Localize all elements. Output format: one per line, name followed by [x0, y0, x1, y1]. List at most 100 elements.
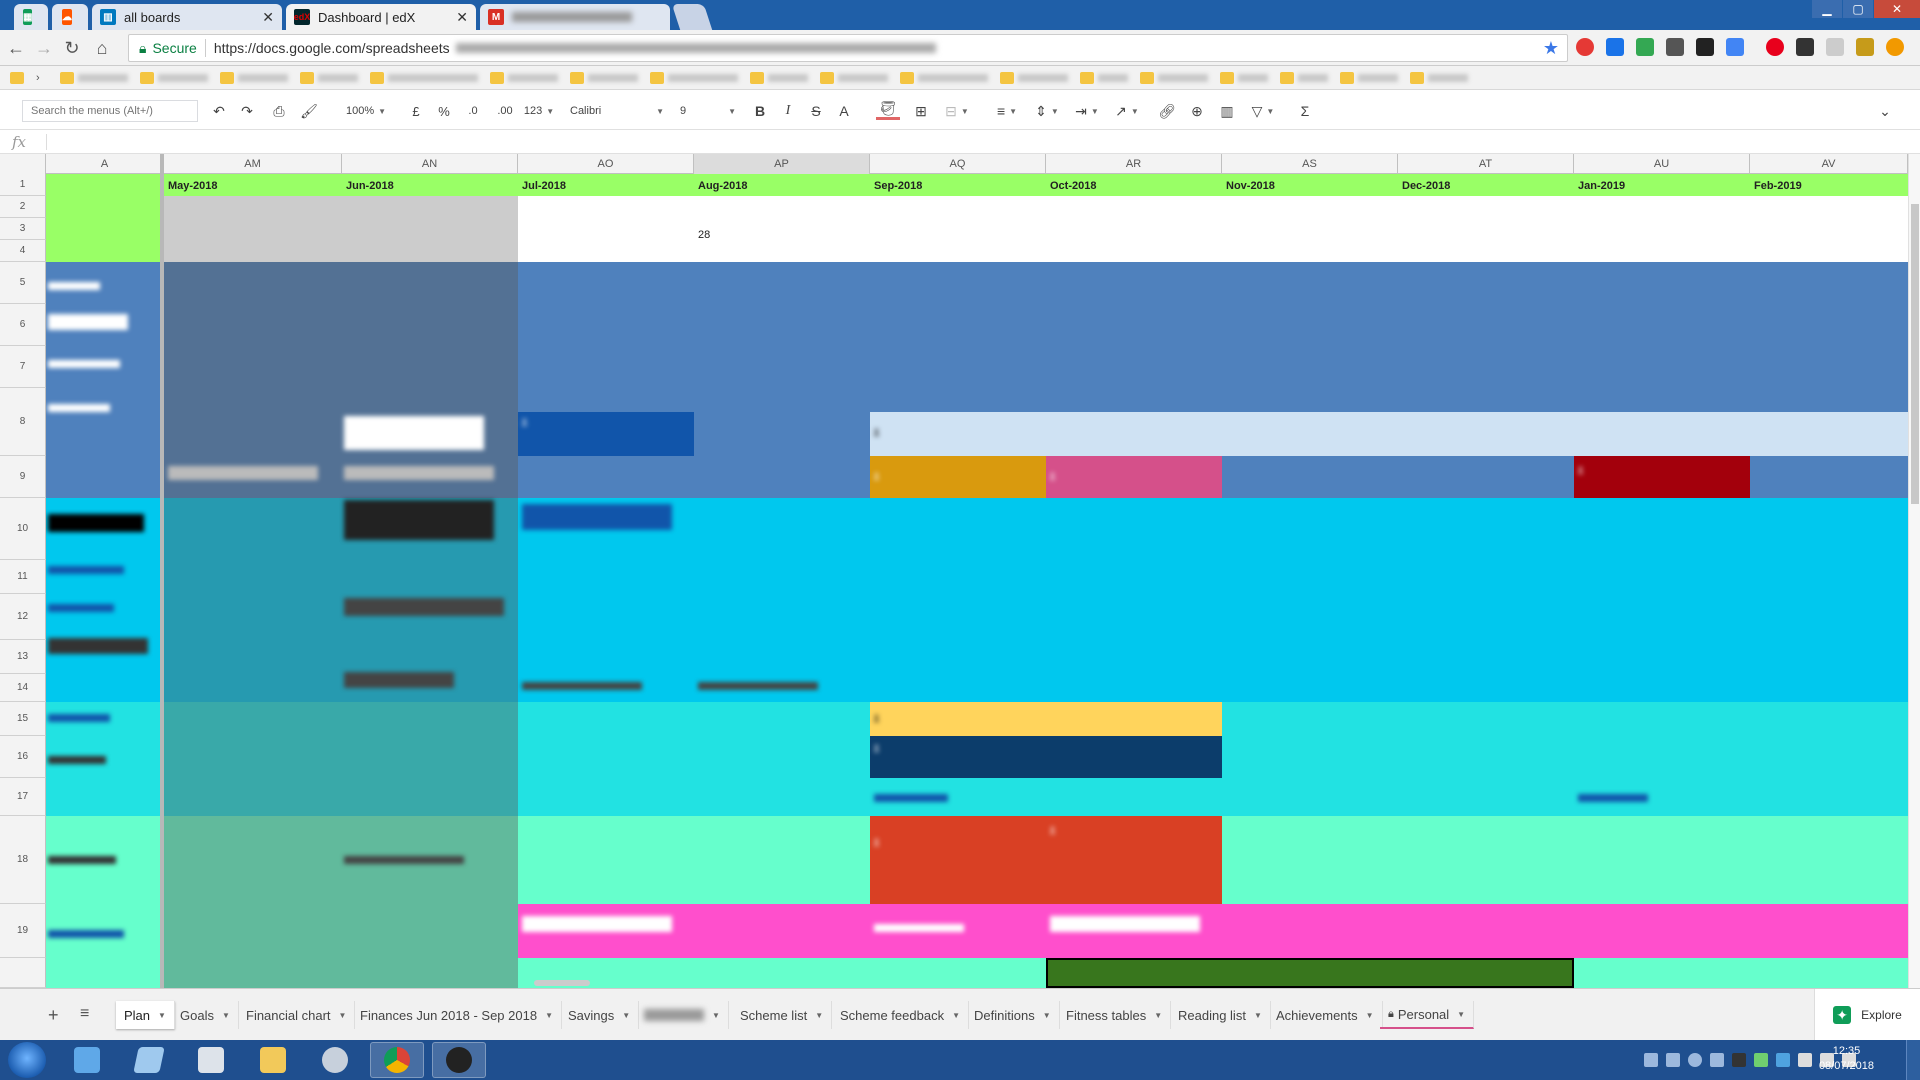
- undo-icon[interactable]: ↶: [208, 100, 230, 122]
- row-header[interactable]: [0, 958, 46, 988]
- row-header[interactable]: 18: [0, 816, 46, 904]
- chevron-down-icon[interactable]: ⌄: [1874, 100, 1896, 122]
- select-all-corner[interactable]: [0, 154, 46, 174]
- increase-decimal-button[interactable]: .00: [492, 100, 518, 122]
- fill-color-icon[interactable]: 🪣︎: [876, 100, 900, 120]
- insert-chart-icon[interactable]: ▥: [1216, 100, 1238, 122]
- zoom-select[interactable]: 100% ▼: [338, 100, 394, 122]
- font-size-select[interactable]: 9 ▼: [680, 100, 736, 122]
- bookmark-item[interactable]: [900, 71, 988, 85]
- bookmark-item[interactable]: [1340, 71, 1398, 85]
- sheet-tab-savings[interactable]: Savings ▼: [560, 1001, 640, 1029]
- row-header[interactable]: 13: [0, 640, 46, 674]
- bookmark-folder[interactable]: [10, 71, 28, 85]
- row-header[interactable]: 2: [0, 196, 46, 218]
- extension-d-icon[interactable]: [1606, 38, 1624, 56]
- horizontal-scrollbar[interactable]: [534, 980, 590, 986]
- start-button[interactable]: [8, 1042, 46, 1078]
- row-header[interactable]: 12: [0, 594, 46, 640]
- bookmark-item[interactable]: [60, 71, 128, 85]
- bookmark-item[interactable]: [650, 71, 738, 85]
- browser-tab-soundcloud[interactable]: ☁: [52, 4, 88, 30]
- note-block-rose[interactable]: x: [1046, 456, 1222, 498]
- browser-tab-trello[interactable]: ▥ all boards ✕: [92, 4, 282, 30]
- frozen-column-divider[interactable]: [160, 154, 164, 988]
- sheet-tab-financial-chart[interactable]: Financial chart ▼: [238, 1001, 356, 1029]
- menu-search-input[interactable]: [22, 100, 198, 122]
- forward-icon[interactable]: →: [34, 38, 54, 58]
- text-wrap-icon[interactable]: ⇥ ▼: [1070, 100, 1104, 122]
- bookmark-item[interactable]: [570, 71, 638, 85]
- column-header[interactable]: AO: [518, 154, 694, 174]
- chrome-update-icon[interactable]: [1886, 38, 1904, 56]
- strikethrough-button[interactable]: S: [806, 100, 826, 122]
- bookmark-item[interactable]: [1220, 71, 1268, 85]
- flag-icon[interactable]: [1798, 1053, 1812, 1067]
- bookmark-item[interactable]: [300, 71, 358, 85]
- bookmark-item[interactable]: [1000, 71, 1068, 85]
- functions-button[interactable]: Σ: [1294, 100, 1316, 122]
- sheet-tab-fitness-tables[interactable]: Fitness tables ▼: [1058, 1001, 1172, 1029]
- currency-format-button[interactable]: £: [406, 100, 426, 122]
- back-icon[interactable]: ←: [6, 38, 26, 58]
- column-header[interactable]: A: [46, 154, 164, 174]
- note-block-navy[interactable]: x: [870, 736, 1222, 778]
- column-header[interactable]: AV: [1750, 154, 1908, 174]
- translate-icon[interactable]: [1726, 38, 1744, 56]
- tray-icon[interactable]: [1644, 1053, 1658, 1067]
- sheet-tab-scheme-feedback[interactable]: Scheme feedback ▼: [832, 1001, 969, 1029]
- adblock-icon[interactable]: [1576, 38, 1594, 56]
- column-header[interactable]: AT: [1398, 154, 1574, 174]
- address-bar[interactable]: 🔒︎ Secure https://docs.google.com/spread…: [128, 34, 1568, 62]
- note-block-yellow[interactable]: x: [870, 702, 1222, 736]
- bookmark-star-icon[interactable]: ★: [1543, 38, 1559, 59]
- italic-button[interactable]: I: [778, 100, 798, 122]
- browser-tab-sheets[interactable]: ▦: [14, 4, 48, 30]
- sheet-tab-finances[interactable]: Finances Jun 2018 - Sep 2018 ▼: [352, 1001, 562, 1029]
- tray-icon[interactable]: [1754, 1053, 1768, 1067]
- taskbar-app-folder[interactable]: [246, 1042, 300, 1078]
- row-header[interactable]: 14: [0, 674, 46, 702]
- taskbar-app-media[interactable]: [432, 1042, 486, 1078]
- new-tab-button[interactable]: [671, 4, 713, 30]
- minimize-icon[interactable]: ▁: [1812, 0, 1842, 18]
- redo-icon[interactable]: ↷: [236, 100, 258, 122]
- bookmark-item[interactable]: [1080, 71, 1128, 85]
- column-header[interactable]: AN: [342, 154, 518, 174]
- taskbar-app-chrome[interactable]: [370, 1042, 424, 1078]
- tray-icon[interactable]: [1776, 1053, 1790, 1067]
- close-icon[interactable]: ✕: [456, 9, 468, 26]
- merge-cells-icon[interactable]: ⊟ ▼: [940, 100, 974, 122]
- print-icon[interactable]: ⎙: [268, 100, 290, 122]
- window-close-icon[interactable]: ✕: [1874, 0, 1920, 18]
- row-header[interactable]: 16: [0, 736, 46, 778]
- bookmark-item[interactable]: [1280, 71, 1328, 85]
- column-header[interactable]: AR: [1046, 154, 1222, 174]
- cell-value[interactable]: 28: [694, 226, 754, 245]
- font-family-select[interactable]: Calibri ▼: [570, 100, 664, 122]
- rss-icon[interactable]: [1666, 38, 1684, 56]
- tray-icon[interactable]: [1710, 1053, 1724, 1067]
- row-header[interactable]: 3: [0, 218, 46, 240]
- row-header[interactable]: 17: [0, 778, 46, 816]
- system-clock[interactable]: 12:35 08/07/2018: [1819, 1044, 1874, 1074]
- sheet-tab-achievements[interactable]: Achievements ▼: [1268, 1001, 1383, 1029]
- filter-icon[interactable]: ▽ ▼: [1246, 100, 1280, 122]
- column-header[interactable]: AM: [164, 154, 342, 174]
- extension-dark-icon[interactable]: [1796, 38, 1814, 56]
- note-block-orange[interactable]: x: [870, 456, 1046, 498]
- bookmark-item[interactable]: [820, 71, 888, 85]
- note-block-blue[interactable]: x: [518, 412, 694, 456]
- vertical-align-icon[interactable]: ⇕ ▼: [1030, 100, 1064, 122]
- bold-button[interactable]: B: [750, 100, 770, 122]
- sheet-tab-personal[interactable]: 🔒︎ Personal ▼: [1380, 1001, 1475, 1029]
- spreadsheet-grid[interactable]: A AM AN AO AP AQ AR AS AT AU AV May-2018…: [0, 154, 1908, 988]
- tray-icon[interactable]: [1688, 1053, 1702, 1067]
- column-header[interactable]: AU: [1574, 154, 1750, 174]
- row-header[interactable]: 4: [0, 240, 46, 262]
- insert-comment-icon[interactable]: ⊕: [1186, 100, 1208, 122]
- sheet-tab-plan[interactable]: Plan ▼: [116, 1001, 175, 1029]
- sheet-tab-goals[interactable]: Goals ▼: [172, 1001, 239, 1029]
- extension-grey-icon[interactable]: [1826, 38, 1844, 56]
- decrease-decimal-button[interactable]: .0: [462, 100, 484, 122]
